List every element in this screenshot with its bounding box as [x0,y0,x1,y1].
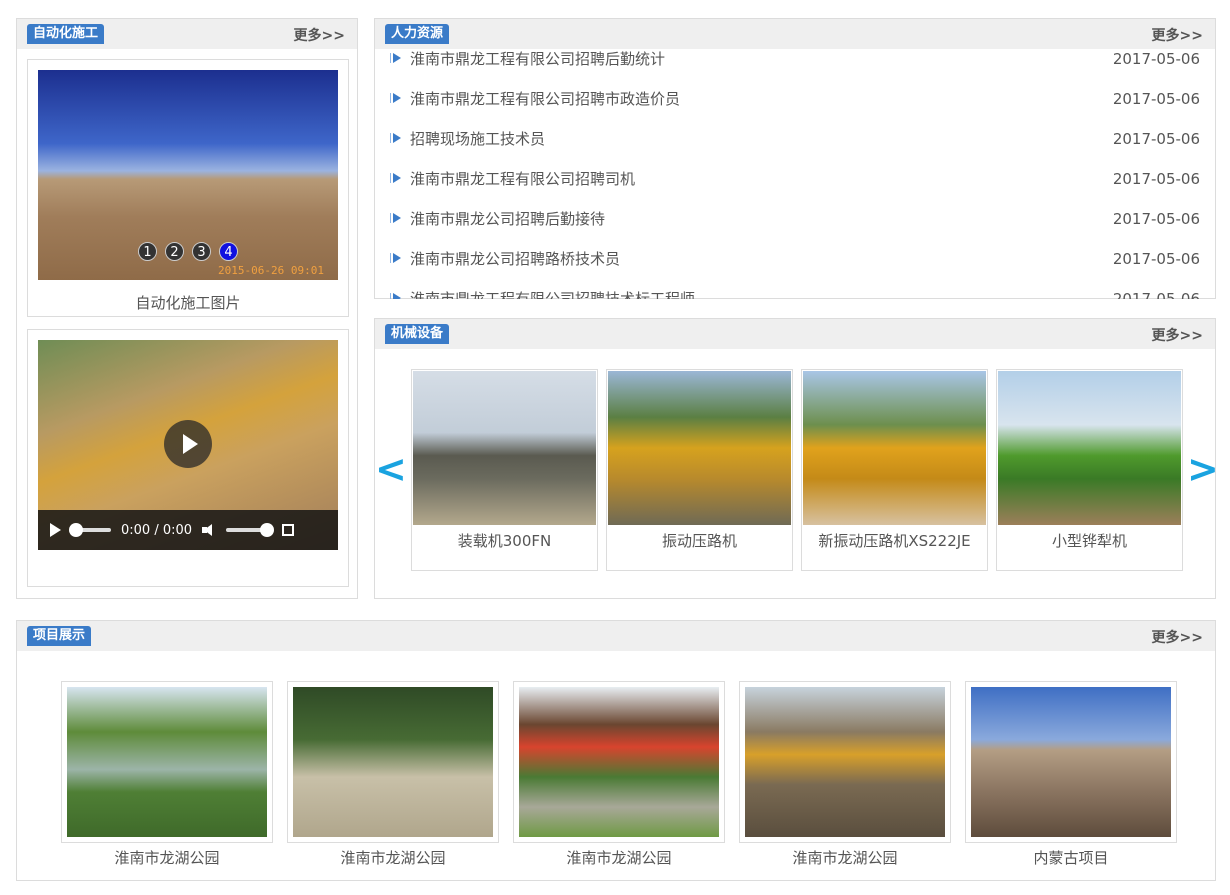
bullet-arrow-icon [390,173,401,183]
project-caption[interactable]: 淮南市龙湖公园 [513,847,725,868]
project-item[interactable] [739,681,951,843]
volume-knob[interactable] [260,523,275,537]
machinery-panel: 机械设备 更多>> < > 装载机300FN 振动压路机 新振动压路机XS222… [374,318,1219,599]
machinery-caption[interactable]: 新振动压路机XS222JE [802,530,987,551]
hr-item-title[interactable]: 淮南市鼎龙工程有限公司招聘技术标工程师 [410,289,695,299]
carousel-prev-arrow[interactable]: < [375,449,407,489]
bullet-arrow-icon [390,53,401,63]
project-caption[interactable]: 淮南市龙湖公园 [287,847,499,868]
hr-list-item: 淮南市鼎龙工程有限公司招聘市政造价员 2017-05-06 [390,89,1200,129]
video-player[interactable]: 0:00 / 0:00 [38,340,338,550]
project-caption[interactable]: 淮南市龙湖公园 [61,847,273,868]
hr-list: 淮南市鼎龙工程有限公司招聘后勤统计 2017-05-06 淮南市鼎龙工程有限公司… [390,49,1200,299]
auto-panel: 自动化施工 更多>> 1 2 3 4 2015-06-26 09:01 自动化施… [16,18,358,599]
hr-item-date: 2017-05-06 [1112,130,1200,148]
auto-slideshow: 1 2 3 4 2015-06-26 09:01 自动化施工图片 [27,59,349,317]
roller-photo[interactable] [608,371,791,525]
bullet-arrow-icon [390,93,401,103]
new-roller-photo[interactable] [803,371,986,525]
machinery-item[interactable]: 新振动压路机XS222JE [801,369,988,571]
plough-photo[interactable] [998,371,1181,525]
video-controls: 0:00 / 0:00 [38,510,338,550]
play-icon[interactable] [50,523,61,537]
video-box: 0:00 / 0:00 [27,329,349,587]
machinery-caption[interactable]: 装载机300FN [412,530,597,551]
hr-panel: 人力资源 更多>> 淮南市鼎龙工程有限公司招聘后勤统计 2017-05-06 淮… [374,18,1216,299]
bullet-arrow-icon [390,253,401,263]
project-item[interactable] [513,681,725,843]
projects-panel: 项目展示 更多>> 淮南市龙湖公园 淮南市龙湖公园 淮南市龙湖公园 淮南市龙湖公… [16,620,1216,881]
inner-mongolia-photo[interactable] [971,687,1171,837]
hr-item-date: 2017-05-06 [1112,170,1200,188]
hr-list-item: 淮南市鼎龙公司招聘后勤接待 2017-05-06 [390,209,1200,249]
machinery-item[interactable]: 装载机300FN [411,369,598,571]
hr-panel-title: 人力资源 [385,24,450,44]
hr-item-date: 2017-05-06 [1112,50,1200,68]
project-item[interactable] [965,681,1177,843]
auto-more-link[interactable]: 更多>> [294,25,345,45]
hr-item-title[interactable]: 淮南市鼎龙工程有限公司招聘后勤统计 [410,49,665,69]
photo-timestamp: 2015-06-26 09:01 [218,264,324,277]
park-path-photo[interactable] [293,687,493,837]
machinery-panel-header: 机械设备 更多>> [375,319,1215,349]
hr-item-title[interactable]: 淮南市鼎龙工程有限公司招聘市政造价员 [410,89,680,109]
hr-item-date: 2017-05-06 [1112,290,1200,299]
hr-item-title[interactable]: 淮南市鼎龙公司招聘路桥技术员 [410,249,620,269]
hr-more-link[interactable]: 更多>> [1152,25,1203,45]
slide-dot-2[interactable]: 2 [165,242,184,261]
machinery-caption[interactable]: 小型铧犁机 [997,530,1182,551]
slide-dot-1[interactable]: 1 [138,242,157,261]
volume-slider[interactable] [226,523,275,537]
machinery-item[interactable]: 振动压路机 [606,369,793,571]
hr-list-item: 淮南市鼎龙工程有限公司招聘后勤统计 2017-05-06 [390,49,1200,89]
project-item[interactable] [61,681,273,843]
loader-photo[interactable] [413,371,596,525]
bullet-arrow-icon [390,293,401,299]
auto-construction-photo[interactable]: 1 2 3 4 2015-06-26 09:01 [38,70,338,280]
play-overlay-button[interactable] [164,420,212,468]
projects-panel-title: 项目展示 [27,626,92,646]
projects-more-link[interactable]: 更多>> [1152,627,1203,647]
volume-icon[interactable] [202,524,216,536]
hr-item-date: 2017-05-06 [1112,250,1200,268]
hr-item-date: 2017-05-06 [1112,90,1200,108]
hr-item-title[interactable]: 淮南市鼎龙工程有限公司招聘司机 [410,169,635,189]
project-caption[interactable]: 内蒙古项目 [965,847,1177,868]
arch-walkway-photo[interactable] [519,687,719,837]
hr-list-item: 淮南市鼎龙公司招聘路桥技术员 2017-05-06 [390,249,1200,289]
lotus-pond-photo[interactable] [67,687,267,837]
auto-caption[interactable]: 自动化施工图片 [28,292,348,313]
hr-list-item: 淮南市鼎龙工程有限公司招聘司机 2017-05-06 [390,169,1200,209]
seek-bar[interactable] [69,523,111,537]
carousel-next-arrow[interactable]: > [1187,449,1219,489]
machinery-caption[interactable]: 振动压路机 [607,530,792,551]
project-caption[interactable]: 淮南市龙湖公园 [739,847,951,868]
hr-panel-header: 人力资源 更多>> [375,19,1215,49]
hr-list-item: 招聘现场施工技术员 2017-05-06 [390,129,1200,169]
excavation-photo[interactable] [745,687,945,837]
auto-panel-header: 自动化施工 更多>> [17,19,357,49]
auto-panel-title: 自动化施工 [27,24,105,44]
hr-item-date: 2017-05-06 [1112,210,1200,228]
machinery-item[interactable]: 小型铧犁机 [996,369,1183,571]
machinery-panel-title: 机械设备 [385,324,450,344]
bullet-arrow-icon [390,133,401,143]
slide-dot-3[interactable]: 3 [192,242,211,261]
video-time: 0:00 / 0:00 [121,522,193,538]
fullscreen-icon[interactable] [282,524,295,536]
bullet-arrow-icon [390,213,401,223]
hr-list-item: 淮南市鼎龙工程有限公司招聘技术标工程师 2017-05-06 [390,289,1200,299]
seek-knob[interactable] [69,523,83,537]
hr-item-title[interactable]: 招聘现场施工技术员 [410,129,545,149]
hr-item-title[interactable]: 淮南市鼎龙公司招聘后勤接待 [410,209,605,229]
projects-panel-header: 项目展示 更多>> [17,621,1215,651]
machinery-more-link[interactable]: 更多>> [1152,325,1203,345]
slide-dot-4[interactable]: 4 [219,242,238,261]
project-item[interactable] [287,681,499,843]
slideshow-dots: 1 2 3 4 [138,242,238,261]
